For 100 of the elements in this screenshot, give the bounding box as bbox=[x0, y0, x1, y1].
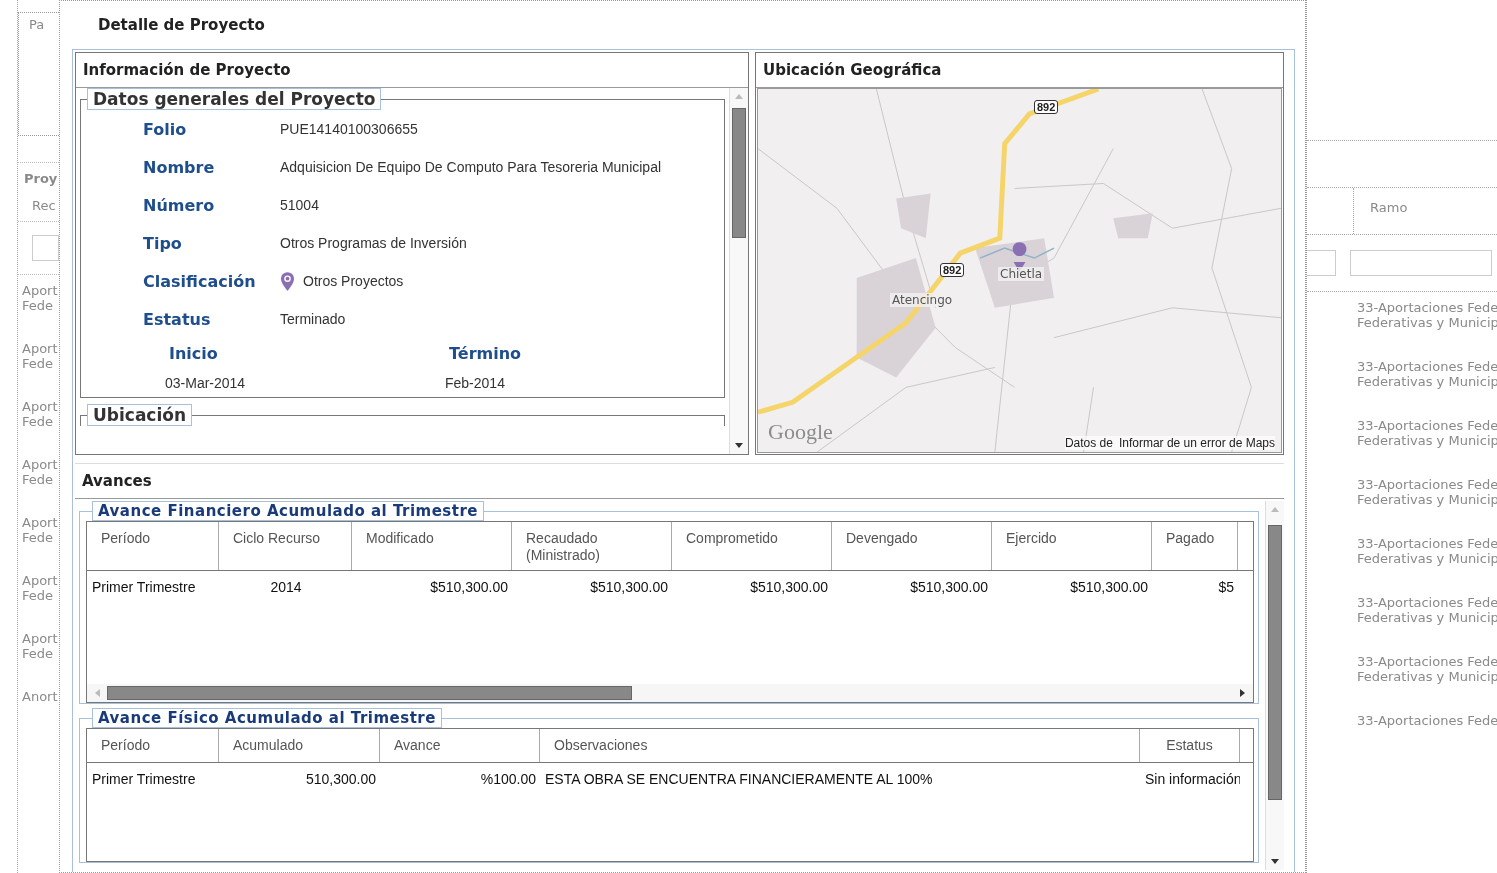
table-cell: Aport bbox=[22, 283, 59, 298]
column-header[interactable]: Devengado bbox=[832, 522, 992, 570]
route-shield: 892 bbox=[940, 263, 965, 277]
scroll-up-icon[interactable] bbox=[734, 92, 744, 100]
panel-title: Avances bbox=[82, 472, 152, 490]
table-cell-text: Fede bbox=[22, 472, 54, 487]
column-header[interactable]: Comprometido bbox=[672, 522, 832, 570]
map-view[interactable]: 892 892 Chietla Atencingo Google Datos de Informar de un error de Maps bbox=[757, 88, 1282, 453]
field-value: Feb-2014 bbox=[444, 375, 506, 391]
table-cell: Anort bbox=[22, 689, 59, 704]
table-cell: 33-Aportaciones Fede bbox=[1357, 477, 1497, 492]
table-cell-text: $510,300.00 bbox=[749, 578, 829, 595]
table-cell: 33-Aportaciones Fede bbox=[1357, 595, 1497, 610]
table-cell-text: Sin información bbox=[1144, 770, 1240, 787]
column-header[interactable]: Recaudado (Ministrado) bbox=[512, 522, 672, 570]
table-cell-text: $510,300.00 bbox=[909, 578, 989, 595]
scroll-down-icon[interactable] bbox=[1270, 858, 1280, 866]
field-value: Adquisicion De Equipo De Computo Para Tesoreria Municipal bbox=[280, 159, 662, 175]
table-cell: Aport bbox=[22, 399, 59, 414]
scroll-left-icon[interactable] bbox=[93, 688, 101, 698]
field-label: Nombre bbox=[142, 157, 216, 177]
column-header[interactable]: Ciclo Recurso bbox=[219, 522, 352, 570]
scroll-down-icon[interactable] bbox=[734, 442, 744, 450]
table-cell-text: Fede bbox=[22, 356, 54, 371]
scrollbar-thumb[interactable] bbox=[732, 108, 746, 238]
column-header[interactable]: Estatus bbox=[1140, 729, 1240, 762]
scrollbar-thumb[interactable] bbox=[107, 686, 632, 700]
group-legend: Pa bbox=[29, 17, 59, 32]
section-legend: Avance Físico Acumulado al Trimestre bbox=[92, 708, 442, 728]
filter-field[interactable] bbox=[1350, 250, 1492, 276]
field-label: Inicio bbox=[168, 344, 219, 363]
section-legend: Ubicación bbox=[87, 404, 193, 426]
table-cell: Aport bbox=[22, 341, 59, 356]
vertical-scrollbar[interactable] bbox=[729, 88, 748, 454]
panel-title: Ubicación Geográfica bbox=[763, 61, 942, 79]
vertical-scrollbar[interactable] bbox=[1265, 501, 1284, 870]
column-header[interactable]: Período bbox=[87, 729, 219, 762]
section-legend: Datos generales del Proyecto bbox=[87, 88, 382, 110]
table-cell: 33-Aportaciones Fede bbox=[1357, 359, 1497, 374]
table-cell: Aport bbox=[22, 631, 59, 646]
column-header[interactable]: Acumulado bbox=[219, 729, 380, 762]
column-header[interactable]: Ejercido bbox=[992, 522, 1152, 570]
report-error-link[interactable]: Informar de un error de Maps bbox=[1118, 436, 1275, 450]
table-cell-text: $510,300.00 bbox=[589, 578, 669, 595]
section-legend: Avance Financiero Acumulado al Trimestre bbox=[92, 501, 485, 521]
map-attribution: Datos de bbox=[1064, 436, 1113, 450]
field-label: Clasificación bbox=[142, 271, 257, 291]
table-cell-text: Primer Trimestre bbox=[91, 770, 197, 787]
table-cell-text: %100.00 bbox=[479, 770, 537, 787]
table-cell-text: Primer Trimestre bbox=[91, 578, 197, 595]
table-cell: 33-Aportaciones Fede bbox=[1357, 536, 1497, 551]
location-pin-icon bbox=[280, 270, 295, 292]
table-cell-text: 510,300.00 bbox=[304, 770, 377, 787]
scrollbar-thumb[interactable] bbox=[1268, 525, 1282, 800]
panel-title: Proy bbox=[24, 171, 59, 186]
table-cell-text: $510,300.00 bbox=[1069, 578, 1149, 595]
column-header[interactable]: Observaciones bbox=[540, 729, 1140, 762]
column-header[interactable]: Período bbox=[87, 522, 219, 570]
field-label: Término bbox=[448, 344, 523, 363]
table-cell-text: Fede bbox=[22, 414, 54, 429]
table-cell-text: 2014 bbox=[269, 578, 303, 595]
filter-field[interactable] bbox=[1307, 250, 1336, 276]
field-label: Tipo bbox=[142, 233, 183, 253]
table-cell-text: Fede bbox=[22, 530, 54, 545]
table-cell: Aport bbox=[22, 573, 59, 588]
table-cell-text: Fede bbox=[22, 646, 54, 661]
table-cell-text: $510,300.00 bbox=[429, 578, 509, 595]
table-cell: Aport bbox=[22, 515, 59, 530]
filter-field[interactable] bbox=[32, 235, 59, 261]
horizontal-scrollbar[interactable] bbox=[87, 684, 1253, 702]
field-value: 03-Mar-2014 bbox=[164, 375, 247, 391]
column-header[interactable]: Pagado bbox=[1152, 522, 1238, 570]
field-value: 51004 bbox=[280, 197, 319, 213]
table-cell: Aport bbox=[22, 457, 59, 472]
map-logo: Google bbox=[768, 419, 833, 445]
field-value: Otros Programas de Inversión bbox=[280, 235, 467, 251]
table-cell-text: Fede bbox=[22, 298, 54, 313]
route-shield: 892 bbox=[1034, 100, 1059, 114]
column-header[interactable]: Ramo bbox=[1354, 188, 1408, 234]
column-header[interactable]: Modificado bbox=[352, 522, 512, 570]
window-title: Detalle de Proyecto bbox=[98, 16, 265, 34]
field-label: Folio bbox=[142, 119, 188, 139]
table-cell-text: $5 bbox=[1217, 578, 1235, 595]
field-value: PUE14140100306655 bbox=[280, 121, 418, 137]
column-header[interactable]: Avance bbox=[380, 729, 540, 762]
scroll-right-icon[interactable] bbox=[1239, 688, 1247, 698]
panel-title: Información de Proyecto bbox=[83, 61, 291, 79]
table-cell-text: Fede bbox=[22, 588, 54, 603]
field-label: Número bbox=[142, 195, 216, 215]
column-header[interactable]: Rec bbox=[32, 198, 59, 213]
table-cell: 33-Aportaciones Fede bbox=[1357, 654, 1497, 669]
table-cell: 33-Aportaciones Fede bbox=[1357, 300, 1497, 315]
field-label: Estatus bbox=[142, 309, 212, 329]
map-place-label: Atencingo bbox=[890, 293, 955, 307]
field-value: Terminado bbox=[280, 311, 346, 327]
scroll-up-icon[interactable] bbox=[1270, 505, 1280, 513]
map-place-label: Chietla bbox=[998, 267, 1045, 281]
table-cell-text: ESTA OBRA SE ENCUENTRA FINANCIERAMENTE AL 100% bbox=[544, 770, 934, 787]
table-cell: 33-Aportaciones Fede bbox=[1357, 418, 1497, 433]
field-value: Otros Proyectos bbox=[303, 273, 404, 289]
